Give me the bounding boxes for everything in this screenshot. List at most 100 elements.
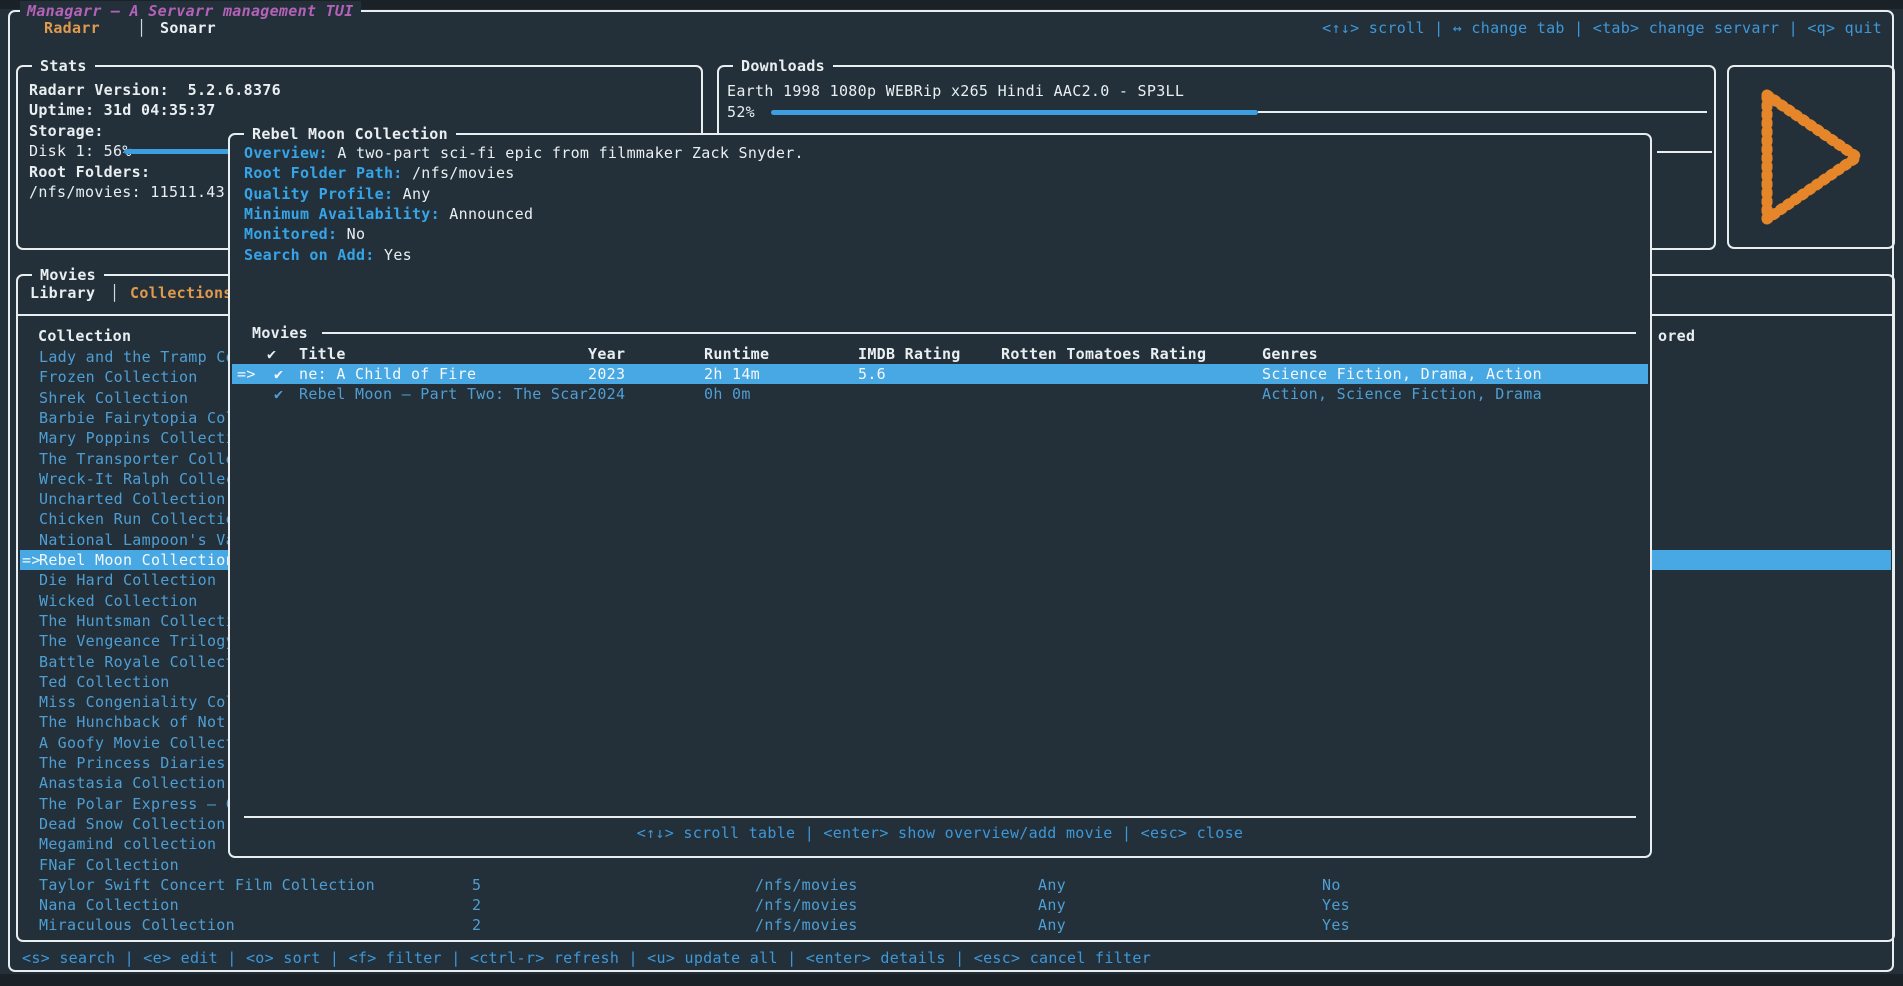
- movie-year: 2023: [588, 364, 625, 384]
- top-keybind-bar: <↑↓> scroll | ↔ change tab | <tab> chang…: [1322, 18, 1882, 38]
- modal-footer-rule: [244, 816, 1636, 818]
- collection-name: Rebel Moon Collection: [39, 550, 235, 570]
- modal-title: Rebel Moon Collection: [244, 124, 456, 144]
- collection-root-folder: /nfs/movies: [755, 875, 858, 895]
- collection-movie-count: 5: [472, 875, 481, 895]
- modal-field-min-availability: Minimum Availability: Announced: [244, 204, 533, 224]
- collection-name: Miss Congeniality Col: [39, 692, 235, 712]
- collection-movie-count: 2: [472, 915, 481, 935]
- collection-name: Uncharted Collection: [39, 489, 226, 509]
- stats-disk-label: Disk 1: 56%: [29, 141, 132, 161]
- collection-name: The Huntsman Collecti: [39, 611, 235, 631]
- collection-monitored: Yes: [1322, 915, 1350, 935]
- monitored-column-header: ored: [1658, 326, 1695, 346]
- collection-name: Die Hard Collection: [39, 570, 216, 590]
- modal-movies-title-rule: [322, 332, 1636, 334]
- managarr-app: { "app": { "title": "Managarr – A Servar…: [0, 0, 1903, 986]
- download-progress-bar-fill: [771, 110, 1258, 115]
- movie-year: 2024: [588, 384, 625, 404]
- download-progress-bar-rest: [1258, 111, 1707, 113]
- movies-panel-title: Movies: [32, 265, 104, 285]
- collection-name: Battle Royale Collect: [39, 652, 235, 672]
- bottom-keybind-bar: <s> search | <e> edit | <o> sort | <f> f…: [22, 948, 1151, 968]
- collection-name: Megamind collection: [39, 834, 216, 854]
- collection-name: Nana Collection: [39, 895, 179, 915]
- movie-monitored-check: ✔: [274, 384, 283, 404]
- modal-movie-row[interactable]: ✔ Rebel Moon – Part Two: The Scar2024 0h 0…: [230, 384, 1650, 404]
- modal-col-rt: Rotten Tomatoes Rating: [1001, 344, 1206, 364]
- terminal-bottom-strip: [0, 974, 1903, 986]
- collection-name: Anastasia Collection: [39, 773, 226, 793]
- modal-col-imdb: IMDB Rating: [858, 344, 961, 364]
- modal-col-check: ✔: [267, 344, 276, 364]
- modal-field-overview: Overview: A two-part sci-fi epic from fi…: [244, 143, 804, 163]
- overview-value: A two-part sci-fi epic from filmmaker Za…: [337, 144, 804, 162]
- download-progress-fragment: [1657, 151, 1712, 153]
- modal-col-genres: Genres: [1262, 344, 1318, 364]
- root-folder-value: /nfs/movies: [412, 164, 515, 182]
- movie-title: Rebel Moon – Part Two: The Scar: [299, 384, 588, 404]
- collection-name: Wreck-It Ralph Collec: [39, 469, 235, 489]
- collection-quality-profile: Any: [1038, 875, 1066, 895]
- quality-profile-value: Any: [403, 185, 431, 203]
- stats-version: Radarr Version: 5.2.6.8376: [29, 80, 281, 100]
- collection-name: Taylor Swift Concert Film Collection: [39, 875, 375, 895]
- tab-library[interactable]: Library: [30, 283, 95, 303]
- modal-movies-section-title: Movies: [252, 323, 308, 343]
- collection-name: The Hunchback of Notr: [39, 712, 235, 732]
- modal-field-quality-profile: Quality Profile: Any: [244, 184, 431, 204]
- collection-name: Dead Snow Collection: [39, 814, 226, 834]
- stats-panel-title: Stats: [32, 56, 95, 76]
- min-availability-label: Minimum Availability:: [244, 205, 440, 223]
- collection-row[interactable]: Nana Collection2/nfs/moviesAnyYes: [18, 895, 1893, 915]
- tab-radarr[interactable]: Radarr: [44, 18, 100, 38]
- logo-panel: [1727, 65, 1895, 249]
- stats-root-folders-label: Root Folders:: [29, 162, 150, 182]
- movie-genres: Action, Science Fiction, Drama: [1262, 384, 1542, 404]
- collection-details-modal: Rebel Moon Collection Overview: A two-pa…: [228, 133, 1652, 858]
- collection-row[interactable]: Miraculous Collection 2/nfs/movies Any Yes: [18, 915, 1893, 935]
- modal-movie-row[interactable]: =>✔ne: A Child of Fire20232h 14m5.6Scien…: [230, 364, 1650, 384]
- quality-profile-label: Quality Profile:: [244, 185, 393, 203]
- collection-movie-count: 2: [472, 895, 481, 915]
- collection-quality-profile: Any: [1038, 915, 1066, 935]
- modal-movies-table: =>✔ne: A Child of Fire20232h 14m5.6Scien…: [230, 364, 1650, 424]
- collection-monitored: No: [1322, 875, 1341, 895]
- collection-name: Chicken Run Collectio: [39, 509, 235, 529]
- monitored-label: Monitored:: [244, 225, 337, 243]
- overview-label: Overview:: [244, 144, 328, 162]
- collection-name: Mary Poppins Collecti: [39, 428, 235, 448]
- collection-name: Miraculous Collection: [39, 915, 235, 935]
- movie-runtime: 2h 14m: [704, 364, 760, 384]
- modal-col-title: Title: [299, 344, 346, 364]
- servarr-tab-divider: │: [137, 18, 146, 38]
- collection-name: Ted Collection: [39, 672, 170, 692]
- download-item-percent: 52%: [727, 102, 755, 122]
- modal-field-monitored: Monitored: No: [244, 224, 365, 244]
- movie-title: ne: A Child of Fire: [299, 364, 476, 384]
- collection-root-folder: /nfs/movies: [755, 915, 858, 935]
- tab-collections[interactable]: Collections: [130, 283, 233, 303]
- movie-genres: Science Fiction, Drama, Action: [1262, 364, 1542, 384]
- collection-root-folder: /nfs/movies: [755, 895, 858, 915]
- stats-uptime: Uptime: 31d 04:35:37: [29, 100, 216, 120]
- modal-field-root-folder: Root Folder Path: /nfs/movies: [244, 163, 515, 183]
- collection-name: FNaF Collection: [39, 855, 179, 875]
- min-availability-value: Announced: [449, 205, 533, 223]
- modal-col-year: Year: [588, 344, 625, 364]
- search-on-add-label: Search on Add:: [244, 246, 375, 264]
- modal-footer-keybinds: <↑↓> scroll table | <enter> show overvie…: [230, 823, 1650, 843]
- collection-name: National Lampoon's Va: [39, 530, 235, 550]
- stats-storage-label: Storage:: [29, 121, 104, 141]
- stats-root-folder-value: /nfs/movies: 11511.43 GB: [29, 182, 253, 202]
- collection-name: Barbie Fairytopia Col: [39, 408, 235, 428]
- collection-column-header: Collection: [38, 326, 131, 346]
- collection-quality-profile: Any: [1038, 895, 1066, 915]
- modal-field-search-on-add: Search on Add: Yes: [244, 245, 412, 265]
- collection-row[interactable]: Taylor Swift Concert Film Collection 5/nf…: [18, 875, 1893, 895]
- modal-col-runtime: Runtime: [704, 344, 769, 364]
- tab-sonarr[interactable]: Sonarr: [160, 18, 216, 38]
- movie-runtime: 0h 0m: [704, 384, 751, 404]
- collection-name: The Vengeance Trilogy: [39, 631, 235, 651]
- root-folder-label: Root Folder Path:: [244, 164, 403, 182]
